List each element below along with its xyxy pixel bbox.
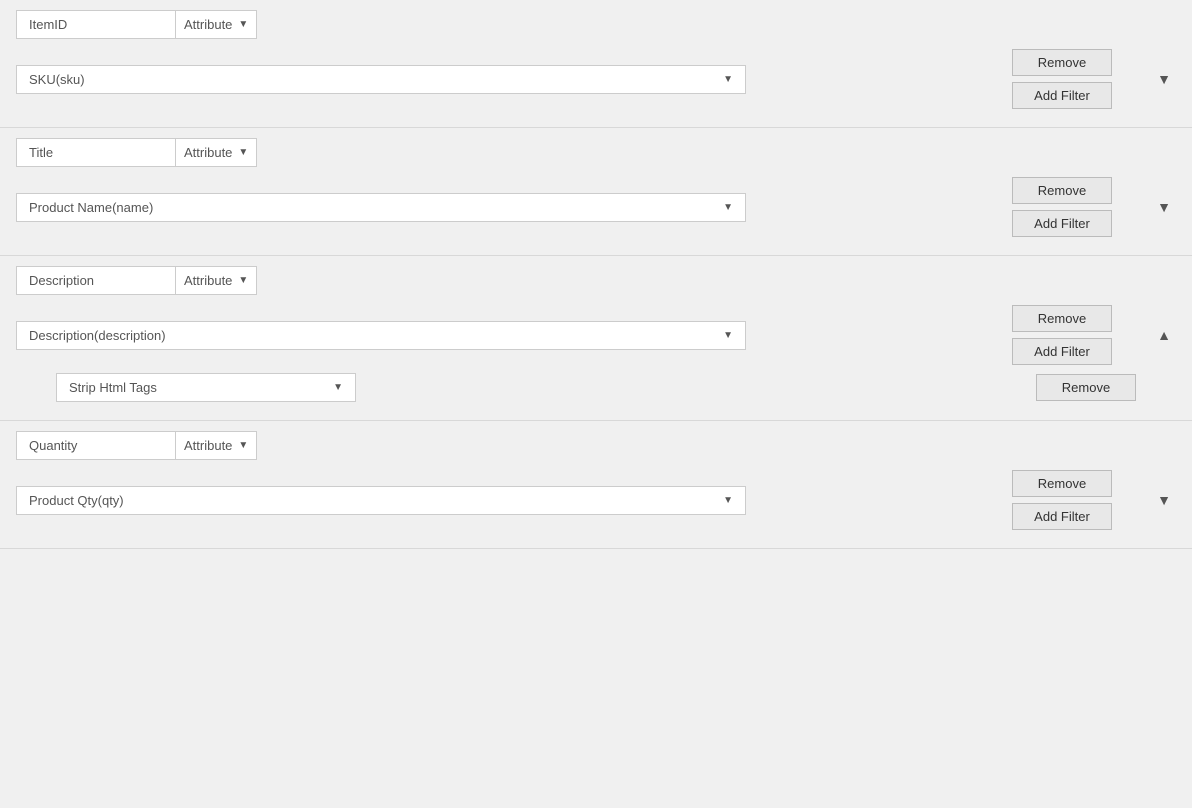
value-row-description: Description(description) ▼ Remove Add Filte… — [16, 305, 1176, 365]
actions-title: Remove Add Filter — [1012, 177, 1112, 237]
value-select-description[interactable]: Description(description) ▼ — [16, 321, 746, 350]
actions-description: Remove Add Filter — [1012, 305, 1112, 365]
value-row-itemid: SKU(sku) ▼ Remove Add Filter ▼ — [16, 49, 1176, 109]
sub-remove-button-strip-html[interactable]: Remove — [1036, 374, 1136, 401]
value-arrow-title: ▼ — [723, 202, 733, 213]
type-arrow-quantity: ▼ — [238, 440, 248, 451]
field-label-quantity: Quantity — [16, 431, 176, 460]
chevron-title[interactable]: ▼ — [1152, 199, 1176, 215]
value-select-quantity[interactable]: Product Qty(qty) ▼ — [16, 486, 746, 515]
remove-button-description[interactable]: Remove — [1012, 305, 1112, 332]
section-header-description: Description Attribute ▼ — [16, 266, 1176, 295]
type-label-description: Attribute — [184, 273, 232, 288]
type-label-itemid: Attribute — [184, 17, 232, 32]
sub-arrow-strip-html: ▼ — [333, 382, 343, 393]
type-select-title[interactable]: Attribute ▼ — [176, 138, 257, 167]
field-label-description: Description — [16, 266, 176, 295]
section-description: DescriptionAttribute▼Description(descrip… — [0, 256, 1192, 421]
value-row-quantity: Product Qty(qty) ▼ Remove Add Filter ▼ — [16, 470, 1176, 530]
sub-label-strip-html: Strip Html Tags — [69, 380, 157, 395]
section-header-itemid: ItemID Attribute ▼ — [16, 10, 1176, 39]
sub-row-strip-html: Strip Html Tags ▼ Remove — [56, 373, 1176, 402]
value-label-title: Product Name(name) — [29, 200, 153, 215]
type-select-itemid[interactable]: Attribute ▼ — [176, 10, 257, 39]
value-label-itemid: SKU(sku) — [29, 72, 85, 87]
section-quantity: Quantity Attribute ▼ Product Qty(qty) ▼ Remov… — [0, 421, 1192, 549]
remove-button-quantity[interactable]: Remove — [1012, 470, 1112, 497]
section-title: Title Attribute ▼ Product Name(name) ▼ Remove… — [0, 128, 1192, 256]
chevron-quantity[interactable]: ▼ — [1152, 492, 1176, 508]
section-header-quantity: Quantity Attribute ▼ — [16, 431, 1176, 460]
add-filter-button-quantity[interactable]: Add Filter — [1012, 503, 1112, 530]
sub-select-strip-html[interactable]: Strip Html Tags ▼ — [56, 373, 356, 402]
actions-itemid: Remove Add Filter — [1012, 49, 1112, 109]
section-itemid: ItemID Attribute ▼ SKU(sku) ▼ Remove Add Filte… — [0, 0, 1192, 128]
type-select-description[interactable]: Attribute ▼ — [176, 266, 257, 295]
value-label-description: Description(description) — [29, 328, 166, 343]
type-arrow-title: ▼ — [238, 147, 248, 158]
value-arrow-quantity: ▼ — [723, 495, 733, 506]
add-filter-button-title[interactable]: Add Filter — [1012, 210, 1112, 237]
value-select-title[interactable]: Product Name(name) ▼ — [16, 193, 746, 222]
type-arrow-itemid: ▼ — [238, 19, 248, 30]
value-row-title: Product Name(name) ▼ Remove Add Filter ▼ — [16, 177, 1176, 237]
type-arrow-description: ▼ — [238, 275, 248, 286]
remove-button-itemid[interactable]: Remove — [1012, 49, 1112, 76]
type-select-quantity[interactable]: Attribute ▼ — [176, 431, 257, 460]
field-label-itemid: ItemID — [16, 10, 176, 39]
value-arrow-itemid: ▼ — [723, 74, 733, 85]
chevron-description[interactable]: ▲ — [1152, 327, 1176, 343]
value-label-quantity: Product Qty(qty) — [29, 493, 124, 508]
actions-quantity: Remove Add Filter — [1012, 470, 1112, 530]
remove-button-title[interactable]: Remove — [1012, 177, 1112, 204]
field-label-title: Title — [16, 138, 176, 167]
chevron-itemid[interactable]: ▼ — [1152, 71, 1176, 87]
type-label-title: Attribute — [184, 145, 232, 160]
add-filter-button-itemid[interactable]: Add Filter — [1012, 82, 1112, 109]
sub-actions-strip-html: Remove — [1036, 374, 1136, 401]
add-filter-button-description[interactable]: Add Filter — [1012, 338, 1112, 365]
value-select-itemid[interactable]: SKU(sku) ▼ — [16, 65, 746, 94]
type-label-quantity: Attribute — [184, 438, 232, 453]
section-header-title: Title Attribute ▼ — [16, 138, 1176, 167]
value-arrow-description: ▼ — [723, 330, 733, 341]
